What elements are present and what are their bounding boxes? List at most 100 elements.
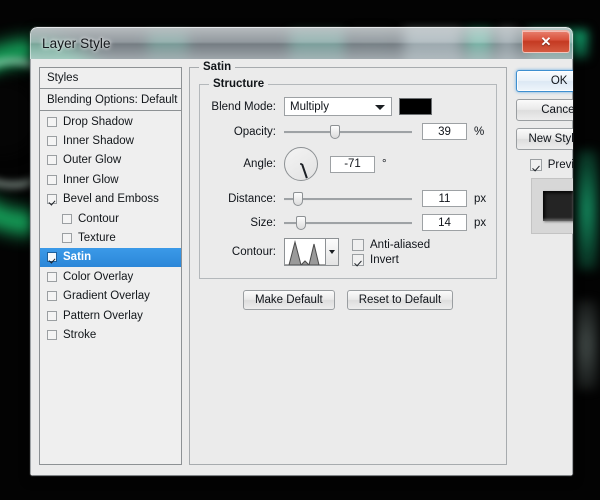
size-input[interactable]: 14 (422, 214, 467, 231)
default-buttons: Make Default Reset to Default (190, 290, 506, 310)
angle-needle (301, 164, 307, 179)
checkbox-box (530, 159, 542, 171)
checkbox-box[interactable] (47, 291, 57, 301)
size-row: Size: 14 px (210, 214, 486, 231)
preview-label: Preview (548, 159, 573, 171)
dialog-titlebar[interactable]: Layer Style ✕ (30, 27, 573, 59)
slider-knob[interactable] (330, 125, 340, 139)
angle-input[interactable]: -71 (330, 156, 375, 173)
chevron-down-icon (375, 105, 385, 110)
sidebar-item-label: Contour (78, 213, 119, 225)
make-default-button[interactable]: Make Default (243, 290, 335, 310)
sidebar-item-drop-shadow[interactable]: Drop Shadow (40, 112, 181, 131)
distance-unit: px (474, 193, 486, 205)
preview-thumbnail-shape (543, 191, 573, 221)
styles-column: Styles Blending Options: Default Drop Sh… (39, 67, 182, 465)
sidebar-item-inner-glow[interactable]: Inner Glow (40, 170, 181, 189)
size-slider[interactable] (284, 215, 412, 231)
distance-label: Distance: (210, 193, 284, 205)
contour-preview[interactable] (284, 238, 326, 266)
bg-streak (574, 150, 600, 270)
effects-list: Drop Shadow Inner Shadow Outer Glow Inner G… (40, 111, 181, 464)
anti-aliased-label: Anti-aliased (370, 239, 430, 251)
blend-mode-label: Blend Mode: (210, 101, 284, 113)
sidebar-item-label: Outer Glow (63, 154, 121, 166)
sidebar-item-label: Gradient Overlay (63, 290, 150, 302)
angle-label: Angle: (210, 158, 284, 170)
styles-header: Styles (40, 68, 181, 89)
checkbox-box[interactable] (47, 272, 57, 282)
distance-row: Distance: 11 px (210, 190, 486, 207)
close-button[interactable]: ✕ (522, 30, 570, 53)
blend-color-swatch[interactable] (399, 98, 432, 115)
slider-knob[interactable] (296, 216, 306, 230)
sidebar-item-label: Drop Shadow (63, 116, 133, 128)
sidebar-item-label: Inner Glow (63, 174, 119, 186)
distance-input[interactable]: 11 (422, 190, 467, 207)
reset-to-default-button[interactable]: Reset to Default (347, 290, 453, 310)
opacity-input[interactable]: 39 (422, 123, 467, 140)
angle-row: Angle: -71 ° (210, 147, 486, 181)
contour-curve-icon (285, 239, 325, 265)
angle-center-dot (300, 163, 302, 165)
slider-knob[interactable] (293, 192, 303, 206)
checkbox-box[interactable] (62, 233, 72, 243)
satin-group: Satin Structure Blend Mode: Multiply (189, 67, 507, 465)
sidebar-item-gradient-overlay[interactable]: Gradient Overlay (40, 287, 181, 306)
distance-slider[interactable] (284, 191, 412, 207)
angle-dial[interactable] (284, 147, 318, 181)
sidebar-item-label: Color Overlay (63, 271, 133, 283)
opacity-row: Opacity: 39 % (210, 123, 486, 140)
sidebar-item-label: Texture (78, 232, 116, 244)
sidebar-item-stroke[interactable]: Stroke (40, 325, 181, 344)
checkbox-box[interactable] (47, 175, 57, 185)
sidebar-item-label: Bevel and Emboss (63, 193, 159, 205)
dialog-title: Layer Style (42, 36, 111, 51)
checkbox-box[interactable] (47, 117, 57, 127)
slider-track (284, 198, 412, 201)
sidebar-item-color-overlay[interactable]: Color Overlay (40, 267, 181, 286)
sidebar-item-bevel-and-emboss[interactable]: Bevel and Emboss (40, 190, 181, 209)
sidebar-item-blending-options[interactable]: Blending Options: Default (40, 89, 181, 111)
opacity-slider[interactable] (284, 124, 412, 140)
checkbox-box[interactable] (47, 330, 57, 340)
blend-mode-select[interactable]: Multiply (284, 97, 392, 116)
sidebar-item-texture[interactable]: Texture (40, 228, 181, 247)
contour-label: Contour: (210, 246, 284, 258)
sidebar-item-label: Inner Shadow (63, 135, 134, 147)
angle-unit: ° (382, 158, 387, 170)
contour-dropdown-button[interactable] (326, 238, 339, 266)
checkbox-box (352, 239, 364, 251)
opacity-label: Opacity: (210, 126, 284, 138)
sidebar-item-inner-shadow[interactable]: Inner Shadow (40, 131, 181, 150)
structure-group: Structure Blend Mode: Multiply (199, 84, 497, 279)
checkbox-box[interactable] (62, 214, 72, 224)
sidebar-item-contour[interactable]: Contour (40, 209, 181, 228)
checkbox-box[interactable] (47, 252, 57, 262)
layer-style-dialog: Layer Style ✕ Styles Blending Options: D… (30, 27, 573, 476)
checkbox-box[interactable] (47, 311, 57, 321)
checkbox-box (352, 254, 364, 266)
sidebar-item-pattern-overlay[interactable]: Pattern Overlay (40, 306, 181, 325)
sidebar-item-satin[interactable]: Satin (40, 248, 181, 267)
sidebar-item-label: Satin (63, 251, 91, 263)
size-label: Size: (210, 217, 284, 229)
checkbox-box[interactable] (47, 194, 57, 204)
checkbox-box[interactable] (47, 155, 57, 165)
invert-checkbox[interactable]: Invert (352, 254, 430, 266)
structure-group-title: Structure (209, 78, 268, 90)
cancel-button[interactable]: Cancel (516, 99, 573, 121)
sidebar-item-outer-glow[interactable]: Outer Glow (40, 151, 181, 170)
sidebar-item-label: Pattern Overlay (63, 310, 143, 322)
ok-button[interactable]: OK (516, 70, 573, 92)
new-style-button[interactable]: New Style... (516, 128, 573, 150)
preview-thumbnail (531, 178, 573, 234)
checkbox-box[interactable] (47, 136, 57, 146)
preview-checkbox[interactable]: Preview (530, 159, 573, 171)
contour-options: Anti-aliased Invert (352, 239, 430, 266)
slider-track (284, 131, 412, 134)
satin-group-title: Satin (199, 61, 235, 73)
anti-aliased-checkbox[interactable]: Anti-aliased (352, 239, 430, 251)
size-unit: px (474, 217, 486, 229)
chevron-down-icon (329, 250, 335, 254)
